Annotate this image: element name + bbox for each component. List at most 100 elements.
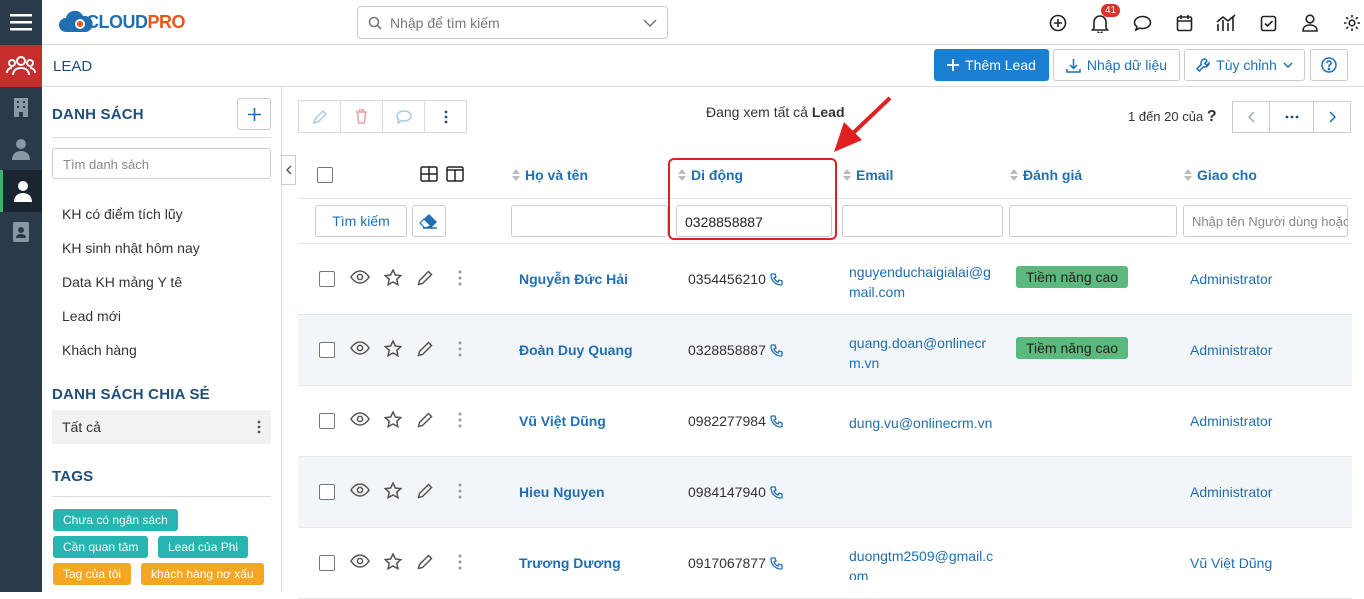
settings-gear-icon[interactable] [1331,10,1364,36]
star-icon[interactable] [384,553,402,570]
column-header-assigned[interactable]: Giao cho [1184,167,1257,183]
add-circle-icon[interactable] [1037,10,1079,36]
lead-name-link[interactable]: Trương Dương [519,555,621,571]
assigned-user-link[interactable]: Administrator [1190,484,1272,500]
phone-icon[interactable] [770,556,783,570]
more-actions-button[interactable] [424,100,467,133]
lead-module-icon[interactable] [0,170,42,212]
more-vertical-icon[interactable] [257,420,261,434]
eye-icon[interactable] [350,483,370,497]
prev-page-button[interactable] [1232,101,1270,133]
hamburger-menu-icon[interactable] [0,2,42,42]
total-count-unknown[interactable]: ? [1207,108,1217,125]
report-chart-icon[interactable] [1205,10,1247,36]
eye-icon[interactable] [350,270,370,284]
collapse-sidebar-button[interactable] [281,155,296,185]
tag-chip[interactable]: Tag của tôi [53,563,132,585]
customize-button[interactable]: Tùy chỉnh [1184,49,1305,81]
cloudpro-logo[interactable]: CLOUDPRO [58,8,186,36]
contact-card-icon[interactable] [0,212,42,252]
name-filter-input[interactable] [511,205,668,237]
assigned-user-link[interactable]: Administrator [1190,342,1272,358]
add-list-button[interactable] [237,98,271,130]
assigned-user-link[interactable]: Administrator [1190,413,1272,429]
user-profile-icon[interactable] [1289,10,1331,36]
mobile-cell[interactable]: 0984147940 [688,484,783,500]
edit-selected-button[interactable] [298,100,341,133]
pencil-icon[interactable] [417,270,433,286]
add-lead-button[interactable]: Thêm Lead [934,49,1049,81]
list-item[interactable]: Lead mới [52,299,271,333]
eye-icon[interactable] [350,412,370,426]
chevron-down-icon[interactable] [643,18,657,27]
email-link[interactable]: nguyenduchaigialai@g mail.com [849,262,991,302]
shared-list-item[interactable]: Tất cả [52,410,271,444]
assigned-user-link[interactable]: Vũ Việt Dũng [1190,555,1272,571]
tag-chip[interactable]: Cần quan tâm [53,536,149,558]
phone-icon[interactable] [770,414,783,428]
email-link[interactable]: quang.doan@onlinecr m.vn [849,333,986,373]
phone-icon[interactable] [770,485,783,499]
list-search-input[interactable]: Tìm danh sách [52,148,271,179]
eye-icon[interactable] [350,554,370,568]
row-checkbox[interactable] [319,271,335,287]
email-link[interactable]: dung.vu@onlinecrm.vn [849,413,992,433]
assigned-user-link[interactable]: Administrator [1190,271,1272,287]
row-checkbox[interactable] [319,342,335,358]
comment-selected-button[interactable] [382,100,425,133]
calendar-icon[interactable] [1163,10,1205,36]
split-view-icon[interactable] [446,166,464,182]
phone-icon[interactable] [770,343,783,357]
lead-name-link[interactable]: Vũ Việt Dũng [519,413,606,429]
assigned-filter-input[interactable]: Nhập tên Người dùng hoặc Nhóm [1183,205,1348,237]
column-header-name[interactable]: Họ và tên [512,167,588,183]
tag-chip[interactable]: khách hàng nợ xấu [141,563,264,585]
lead-name-link[interactable]: Nguyễn Đức Hải [519,271,628,287]
user-tie-icon[interactable] [0,129,42,169]
search-filter-button[interactable]: Tìm kiếm [315,205,407,237]
phone-icon[interactable] [770,272,783,286]
more-vertical-icon[interactable] [458,270,462,286]
select-all-checkbox[interactable] [317,167,333,183]
list-item[interactable]: KH có điểm tích lũy [52,197,271,231]
mobile-cell[interactable]: 0354456210 [688,271,783,287]
table-row[interactable]: Hieu Nguyen 0984147940 Administrator [298,457,1352,528]
tag-chip[interactable]: Chưa có ngân sách [53,509,178,531]
contacts-module-icon[interactable] [0,45,42,87]
more-vertical-icon[interactable] [458,341,462,357]
clear-filter-button[interactable] [412,205,446,237]
global-search-input[interactable]: Nhập để tìm kiếm [357,6,668,39]
table-row[interactable]: Nguyễn Đức Hải 0354456210 nguyenduchaigi… [298,244,1352,315]
task-check-icon[interactable] [1247,10,1289,36]
lead-name-link[interactable]: Đoàn Duy Quang [519,342,633,358]
star-icon[interactable] [384,340,402,357]
page-jump-button[interactable] [1269,101,1314,133]
mobile-cell[interactable]: 0917067877 [688,555,783,571]
mobile-cell[interactable]: 0982277984 [688,413,783,429]
more-vertical-icon[interactable] [458,554,462,570]
list-item[interactable]: KH sinh nhật hôm nay [52,231,271,265]
more-vertical-icon[interactable] [458,412,462,428]
column-header-email[interactable]: Email [843,167,893,183]
column-layout-icon[interactable] [420,166,438,182]
row-checkbox[interactable] [319,555,335,571]
pencil-icon[interactable] [417,341,433,357]
list-item[interactable]: Khách hàng [52,333,271,367]
row-checkbox[interactable] [319,484,335,500]
list-item[interactable]: Data KH mảng Y tê [52,265,271,299]
bell-icon[interactable]: 41 [1079,4,1121,36]
star-icon[interactable] [384,269,402,286]
pencil-icon[interactable] [417,554,433,570]
star-icon[interactable] [384,411,402,428]
next-page-button[interactable] [1313,101,1351,133]
mobile-cell[interactable]: 0328858887 [688,342,783,358]
row-checkbox[interactable] [319,413,335,429]
building-icon[interactable] [0,87,42,127]
pencil-icon[interactable] [417,412,433,428]
chat-icon[interactable] [1121,10,1163,36]
star-icon[interactable] [384,482,402,499]
pencil-icon[interactable] [417,483,433,499]
eye-icon[interactable] [350,341,370,355]
tag-chip[interactable]: Lead của Phi [158,536,249,558]
rating-filter-input[interactable] [1009,205,1177,237]
